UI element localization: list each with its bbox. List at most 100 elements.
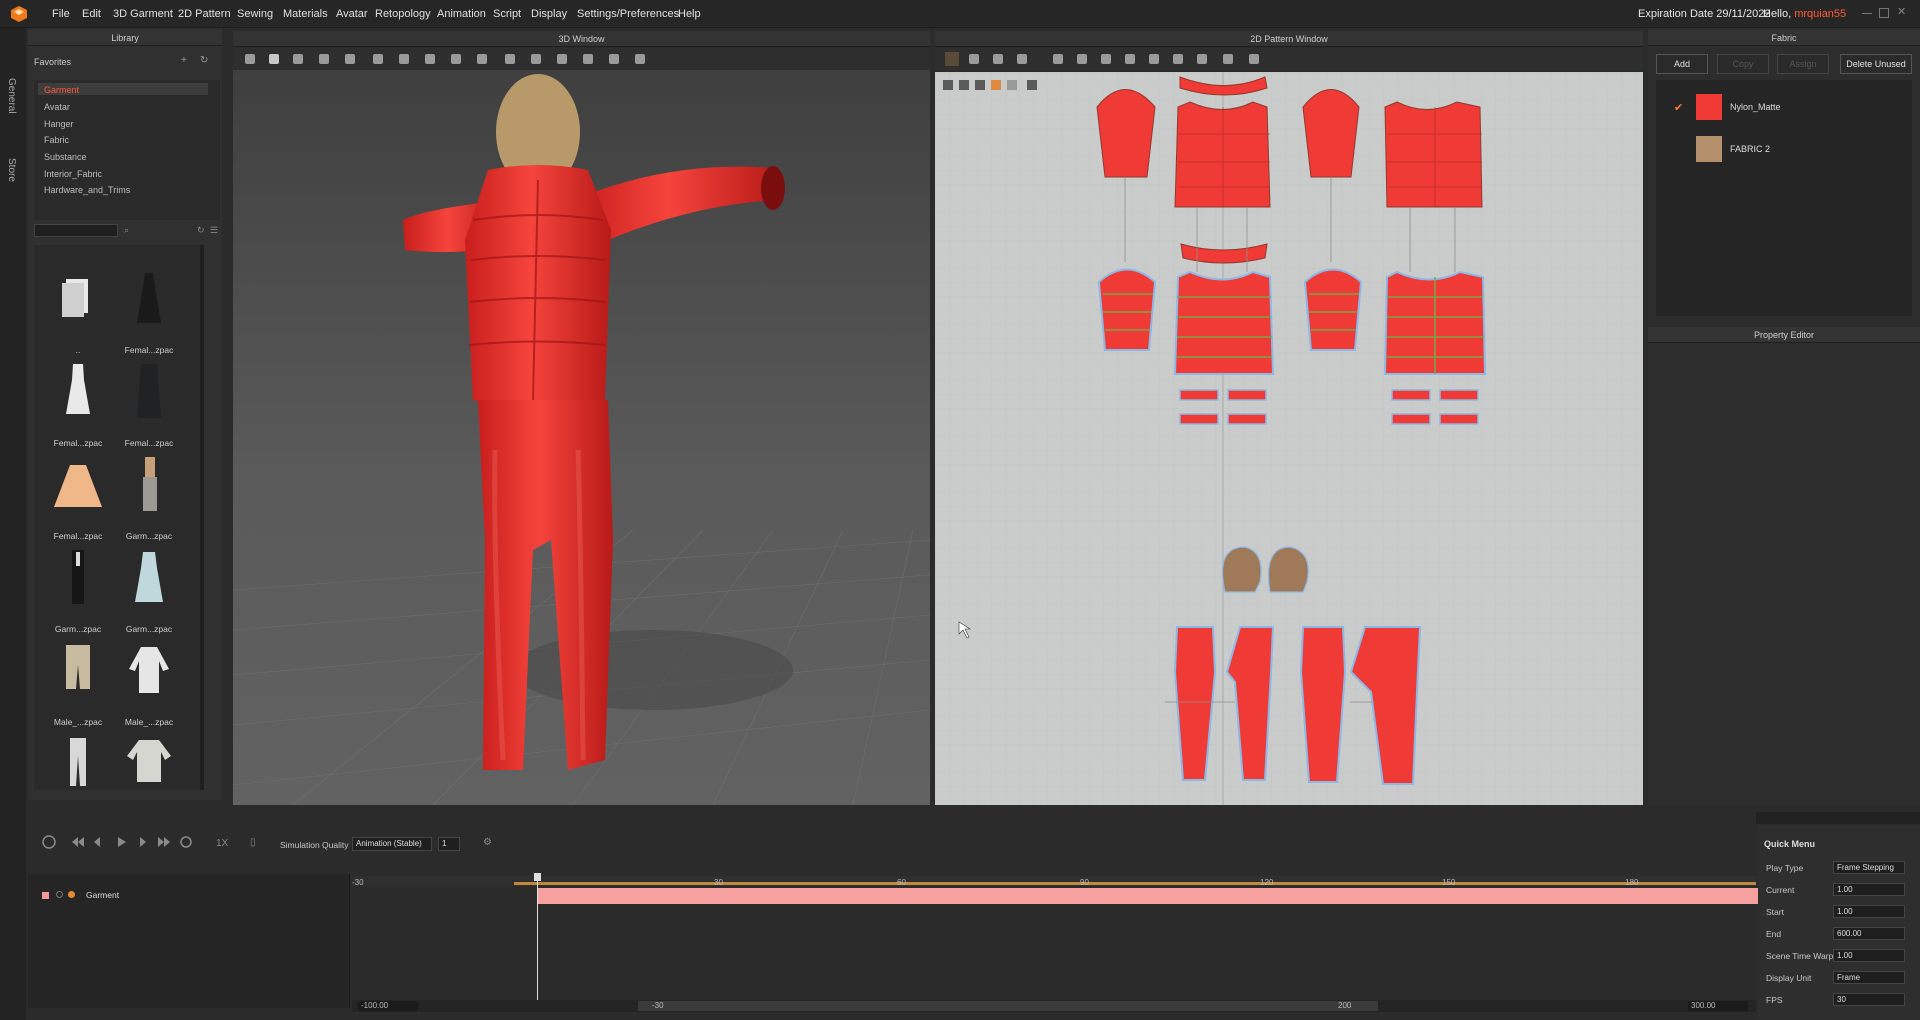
- 3d-scene: [233, 74, 930, 805]
- fps-select[interactable]: 30: [1833, 993, 1905, 1006]
- prev-frame-icon: [94, 837, 100, 847]
- maximize-icon[interactable]: [1879, 8, 1889, 18]
- thumb-label: Garm...zpac: [125, 531, 173, 541]
- 2d-window-title: 2D Pattern Window: [935, 31, 1643, 47]
- menu-sewing[interactable]: Sewing: [237, 8, 273, 20]
- close-icon[interactable]: ✕: [1897, 5, 1907, 18]
- thumb-male-pants[interactable]: Male_...zpac: [46, 637, 110, 727]
- menu-settings[interactable]: Settings/Preferences: [577, 8, 679, 20]
- thumb-garment-black-suit[interactable]: Garm...zpac: [46, 544, 110, 634]
- move-icon: [269, 54, 279, 64]
- thumb-garment-top[interactable]: Garm...zpac: [117, 451, 181, 541]
- range-end-field[interactable]: 300.00: [1688, 1001, 1748, 1011]
- fabric-item-fabric2[interactable]: FABRIC 2: [1656, 136, 1912, 164]
- library-title: Library: [28, 30, 222, 46]
- thumb-female-skirt[interactable]: Femal...zpac: [46, 451, 110, 541]
- light-dress-thumbnail: [135, 552, 163, 602]
- 3d-viewport[interactable]: [233, 70, 930, 805]
- thumb-pants[interactable]: [46, 730, 110, 820]
- pin-icon: [399, 54, 409, 64]
- thumb-female-dress-1[interactable]: Femal...zpac: [117, 265, 181, 355]
- tree-item-fabric[interactable]: Fabric: [44, 135, 69, 145]
- search-icon[interactable]: ⌕: [124, 225, 129, 236]
- play-type-label: Play Type: [1766, 863, 1804, 873]
- end-input[interactable]: 600.00: [1833, 927, 1905, 940]
- menu-bar: File Edit 3D Garment 2D Pattern Sewing M…: [0, 0, 1920, 28]
- menu-edit[interactable]: Edit: [82, 8, 101, 20]
- refresh-list-icon[interactable]: ↻: [197, 225, 205, 236]
- assign-fabric-button[interactable]: Assign: [1777, 54, 1829, 74]
- tree-item-garment[interactable]: Garment: [44, 85, 79, 95]
- thumb-scrollbar[interactable]: [200, 245, 204, 790]
- thumb-parent-folder[interactable]: ..: [46, 265, 110, 355]
- tree-item-substance[interactable]: Substance: [44, 152, 87, 162]
- menu-script[interactable]: Script: [493, 8, 521, 20]
- menu-2d-pattern[interactable]: 2D Pattern: [178, 8, 231, 20]
- thumb-garment-dress[interactable]: Garm...zpac: [117, 544, 181, 634]
- add-fabric-button[interactable]: Add: [1656, 54, 1708, 74]
- scroll-thumb[interactable]: [638, 1001, 1378, 1011]
- library-search-input[interactable]: [34, 224, 118, 237]
- tab-general[interactable]: General: [6, 78, 17, 114]
- tack-2d-icon: [1249, 54, 1259, 64]
- garment-track-bar[interactable]: [538, 888, 1776, 904]
- menu-file[interactable]: File: [52, 8, 70, 20]
- start-input[interactable]: 1.00: [1833, 905, 1905, 918]
- segment-sewing-icon: [1125, 54, 1135, 64]
- minimize-icon[interactable]: [1862, 8, 1872, 14]
- simulation-quality-select[interactable]: Animation (Stable): [352, 837, 432, 851]
- current-input[interactable]: 1.00: [1833, 883, 1905, 896]
- tree-item-hardware[interactable]: Hardware_and_Trims: [44, 185, 130, 195]
- tree-item-interior-fabric[interactable]: Interior_Fabric: [44, 169, 102, 179]
- list-view-icon[interactable]: ☰: [210, 225, 218, 236]
- tree-item-hanger[interactable]: Hanger: [44, 119, 74, 129]
- fabric-name: FABRIC 2: [1730, 144, 1771, 154]
- top-outfit-thumbnail: [143, 457, 157, 511]
- step-input[interactable]: 1: [438, 837, 460, 851]
- tree-item-avatar[interactable]: Avatar: [44, 102, 70, 112]
- tab-store[interactable]: Store: [6, 158, 17, 182]
- 2d-pattern-viewport[interactable]: [935, 72, 1643, 805]
- thumb-female-coat[interactable]: Femal...zpac: [117, 358, 181, 448]
- thumb-label: Garm...zpac: [125, 624, 173, 634]
- display-unit-label: Display Unit: [1766, 973, 1812, 983]
- delete-unused-button[interactable]: Delete Unused: [1840, 54, 1912, 74]
- edit-pattern-icon: [969, 54, 979, 64]
- menu-help[interactable]: Help: [678, 8, 701, 20]
- thumb-shirt[interactable]: [117, 730, 181, 820]
- menu-materials[interactable]: Materials: [283, 8, 328, 20]
- add-favorite-icon[interactable]: +: [181, 55, 187, 66]
- tick-label: 180: [1625, 878, 1639, 887]
- range-start-field[interactable]: -100.00: [358, 1001, 418, 1011]
- play-type-select[interactable]: Frame Stepping: [1833, 861, 1905, 874]
- username-link[interactable]: mrquian55: [1794, 8, 1846, 20]
- settings-gear-icon[interactable]: ⚙: [483, 837, 492, 848]
- playback-controls: [42, 835, 192, 849]
- menu-retopology[interactable]: Retopology: [375, 8, 431, 20]
- display-unit-select[interactable]: Frame: [1833, 971, 1905, 984]
- menu-avatar[interactable]: Avatar: [336, 8, 368, 20]
- timeline-scrollbar[interactable]: -100.00 -30 200 300.00: [352, 1000, 1756, 1012]
- playback-speed[interactable]: 1X: [216, 838, 228, 849]
- time-warp-input[interactable]: 1.00: [1833, 949, 1905, 962]
- brush-icon: [635, 54, 645, 64]
- track-name[interactable]: Garment: [86, 890, 119, 900]
- delete-keyframe-icon[interactable]: ▯: [250, 837, 256, 848]
- thumb-female-dress-2[interactable]: Femal...zpac: [46, 358, 110, 448]
- refresh-icon[interactable]: ↻: [200, 55, 208, 66]
- quick-menu-title: Quick Menu: [1764, 839, 1816, 849]
- menu-display[interactable]: Display: [531, 8, 567, 20]
- visibility-icon[interactable]: [56, 891, 63, 898]
- side-tab-strip: General Store: [0, 28, 26, 1020]
- timeline-ruler[interactable]: [352, 876, 1756, 886]
- lock-icon[interactable]: [68, 891, 75, 898]
- fabric-title: Fabric: [1648, 30, 1920, 46]
- polygon-icon: [993, 54, 1003, 64]
- playhead-handle[interactable]: [534, 873, 541, 881]
- menu-3d-garment[interactable]: 3D Garment: [113, 8, 173, 20]
- property-editor-title: Property Editor: [1648, 327, 1920, 343]
- fabric-item-nylon[interactable]: ✔ Nylon_Matte: [1656, 94, 1912, 122]
- thumb-male-jacket[interactable]: Male_...zpac: [117, 637, 181, 727]
- menu-animation[interactable]: Animation: [437, 8, 486, 20]
- copy-fabric-button[interactable]: Copy: [1717, 54, 1769, 74]
